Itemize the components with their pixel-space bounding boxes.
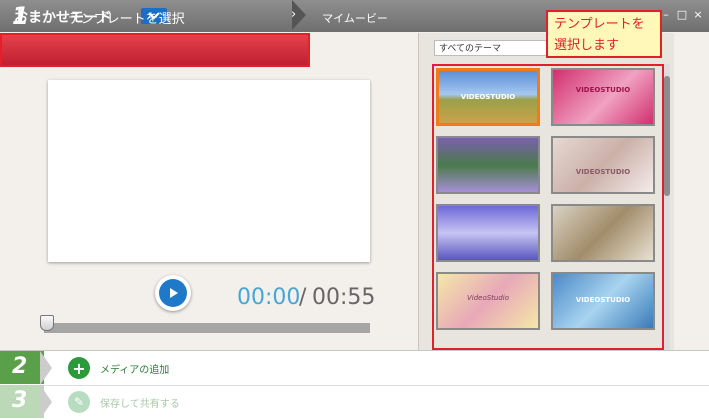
play-icon <box>159 279 187 307</box>
template-thumbnail[interactable]: VIDEOSTUDIO <box>551 68 655 126</box>
window-title: マイムービー <box>322 12 388 25</box>
scrollbar-thumb[interactable] <box>664 76 670 196</box>
theme-filter-select[interactable]: すべてのテーマ <box>434 40 564 56</box>
maximize-button[interactable]: □ <box>676 9 688 21</box>
scrubber-track[interactable] <box>44 323 370 333</box>
template-thumbnail[interactable] <box>436 136 540 194</box>
play-button[interactable] <box>155 275 191 311</box>
close-button[interactable]: × <box>692 9 704 21</box>
template-thumbnail-text: VIDEOSTUDIO <box>460 93 516 101</box>
template-thumbnail[interactable]: VIDEOSTUDIO <box>551 272 655 330</box>
template-thumbnail[interactable]: VIDEOSTUDIO <box>436 68 540 126</box>
step2-number: 2 <box>12 354 28 379</box>
template-thumbnail-text: VIDEOSTUDIO <box>575 296 631 304</box>
template-thumbnail[interactable] <box>551 204 655 262</box>
step3-label: 保存して共有する <box>100 399 180 410</box>
video-preview <box>48 80 370 262</box>
callout-line2: 選択します <box>554 38 620 53</box>
step3-number: 3 <box>12 388 28 413</box>
current-time: 00:00 <box>237 285 301 310</box>
step2-row[interactable]: 2 + メディアの追加 <box>0 351 709 386</box>
callout-line1: テンプレートを <box>554 17 645 32</box>
step2-label: メディアの追加 <box>100 365 170 376</box>
plus-icon: + <box>68 357 90 379</box>
share-icon: ✎ <box>68 391 90 413</box>
total-time: 00:55 <box>312 285 376 310</box>
step1-header[interactable] <box>0 33 310 67</box>
step3-row[interactable]: 3 ✎ 保存して共有する <box>0 385 709 419</box>
scrubber-handle[interactable] <box>40 315 54 331</box>
step1-label: テンプレートを選択 <box>68 12 185 27</box>
step1-number: 1 <box>12 2 29 30</box>
template-thumbnail-text: VIDEOSTUDIO <box>575 86 631 94</box>
time-separator: / <box>299 285 307 310</box>
instruction-callout: テンプレートを 選択します <box>546 10 662 58</box>
template-thumbnail[interactable]: VideoStudio <box>436 272 540 330</box>
template-thumbnail[interactable] <box>436 204 540 262</box>
template-thumbnail-text: VideoStudio <box>466 294 510 302</box>
step2-chevron <box>40 351 52 385</box>
template-thumbnail-text: VIDEOSTUDIO <box>575 168 631 176</box>
template-grid: VIDEOSTUDIO VIDEOSTUDIO VIDEOSTUDIO Vide… <box>432 64 664 350</box>
step3-chevron <box>40 385 52 419</box>
chevron-right-icon: › <box>291 7 297 22</box>
template-thumbnail[interactable]: VIDEOSTUDIO <box>551 136 655 194</box>
